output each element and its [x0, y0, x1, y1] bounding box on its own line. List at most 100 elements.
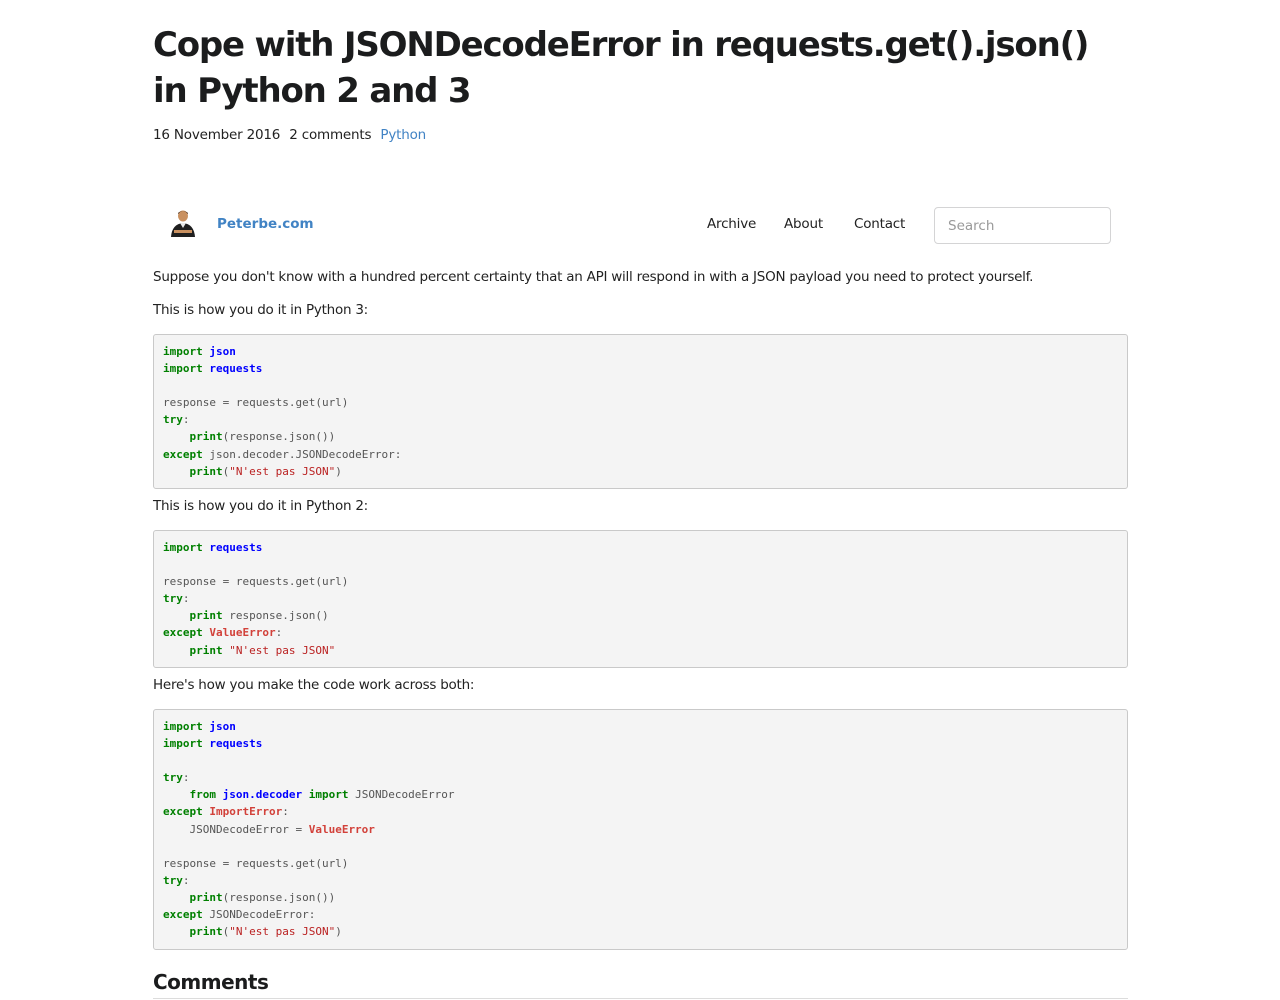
code-token: :	[182, 413, 190, 427]
code-line: print("N'est pas JSON")	[163, 463, 1118, 480]
code-line: except JSONDecodeError:	[163, 906, 1118, 923]
intro-paragraph: Suppose you don't know with a hundred pe…	[153, 269, 1034, 285]
code-line: import requests	[163, 360, 1118, 377]
code-token: except	[163, 805, 203, 819]
code-token: except	[163, 626, 203, 640]
code-token: import	[163, 737, 203, 751]
code-line: try:	[163, 590, 1118, 607]
code-token: requests	[209, 737, 263, 751]
nav-contact[interactable]: Contact	[854, 216, 905, 232]
code-token: print	[189, 643, 223, 657]
python2-lead: This is how you do it in Python 2:	[153, 498, 368, 514]
code-block-python2: import requests response = requests.get(u…	[153, 530, 1128, 668]
code-token: :	[182, 771, 190, 785]
code-token: JSONDecodeError:	[202, 908, 316, 922]
code-token: import	[163, 541, 203, 554]
navbar: Peterbe.com Archive About Contact	[153, 205, 1128, 247]
code-token: :	[282, 805, 289, 819]
code-line: print("N'est pas JSON")	[163, 923, 1118, 940]
code-token: JSONDecodeError =	[163, 822, 309, 836]
code-token: except	[163, 447, 203, 461]
code-token: :	[182, 873, 190, 887]
code-token: ImportError	[209, 805, 283, 819]
code-token: response = requests.get(url)	[163, 856, 349, 870]
code-token: print	[189, 430, 223, 444]
code-token: json	[209, 720, 236, 733]
person-avatar-icon[interactable]	[168, 208, 198, 238]
code-line: try:	[163, 769, 1118, 786]
code-token: print	[189, 464, 223, 478]
code-token: try	[163, 873, 183, 887]
code-token: response = requests.get(url)	[163, 396, 349, 410]
code-line: except json.decoder.JSONDecodeError:	[163, 446, 1118, 463]
code-token: response = requests.get(url)	[163, 575, 349, 589]
page-title: Cope with JSONDecodeError in requests.ge…	[153, 25, 1089, 111]
code-line: JSONDecodeError = ValueError	[163, 821, 1118, 838]
code-token: ValueError	[209, 626, 276, 640]
code-token: requests	[209, 541, 263, 554]
code-line: print(response.json())	[163, 889, 1118, 906]
code-line: response = requests.get(url)	[163, 394, 1118, 411]
code-line: response = requests.get(url)	[163, 855, 1118, 872]
code-token: import	[163, 345, 203, 358]
code-line: print(response.json())	[163, 428, 1118, 445]
post-meta: 16 November 2016 2 comments Python	[153, 127, 426, 143]
code-token: import	[163, 362, 203, 376]
code-line: response = requests.get(url)	[163, 573, 1118, 590]
code-token: "N'est pas JSON"	[229, 925, 336, 939]
code-token: json.decoder.JSONDecodeError:	[202, 447, 402, 461]
code-token: except	[163, 908, 203, 922]
code-token: ValueError	[308, 822, 375, 836]
code-token: (response.json())	[222, 890, 336, 904]
code-token: import	[163, 720, 203, 733]
post-date: 16 November 2016	[153, 127, 281, 143]
code-token: JSONDecodeError	[348, 788, 455, 802]
code-line: import requests	[163, 539, 1118, 556]
both-lead: Here's how you make the code work across…	[153, 677, 475, 693]
code-token: try	[163, 771, 183, 785]
code-line: from json.decoder import JSONDecodeError	[163, 786, 1118, 803]
nav-about[interactable]: About	[784, 216, 823, 232]
comments-divider	[153, 998, 1128, 999]
code-token: )	[335, 925, 342, 939]
python3-lead: This is how you do it in Python 3:	[153, 302, 368, 318]
code-token: (response.json())	[222, 430, 336, 444]
code-token: :	[275, 626, 283, 640]
code-line: except ValueError:	[163, 624, 1118, 641]
code-token: print	[189, 925, 223, 939]
search-input[interactable]	[934, 207, 1111, 244]
category-link[interactable]: Python	[380, 127, 426, 143]
code-token: response.json()	[222, 609, 329, 623]
nav-archive[interactable]: Archive	[707, 216, 756, 232]
code-token: import	[308, 788, 349, 802]
code-line: try:	[163, 872, 1118, 889]
code-token: json	[209, 345, 236, 358]
code-line: except ImportError:	[163, 803, 1118, 820]
code-token: json.decoder	[222, 788, 303, 802]
code-line: print response.json()	[163, 607, 1118, 624]
code-line: print "N'est pas JSON"	[163, 642, 1118, 659]
code-token: )	[335, 464, 342, 478]
code-token: from	[189, 788, 217, 802]
code-token: "N'est pas JSON"	[229, 643, 336, 657]
comments-count: 2 comments	[289, 127, 372, 143]
code-token: requests	[209, 362, 263, 376]
code-block-both: import json import requests try: from json…	[153, 709, 1128, 950]
code-line: import requests	[163, 735, 1118, 752]
code-token: try	[163, 413, 183, 427]
code-line: try:	[163, 411, 1118, 428]
code-token: try	[163, 592, 183, 606]
code-token: "N'est pas JSON"	[229, 464, 336, 478]
brand-link[interactable]: Peterbe.com	[217, 216, 314, 232]
